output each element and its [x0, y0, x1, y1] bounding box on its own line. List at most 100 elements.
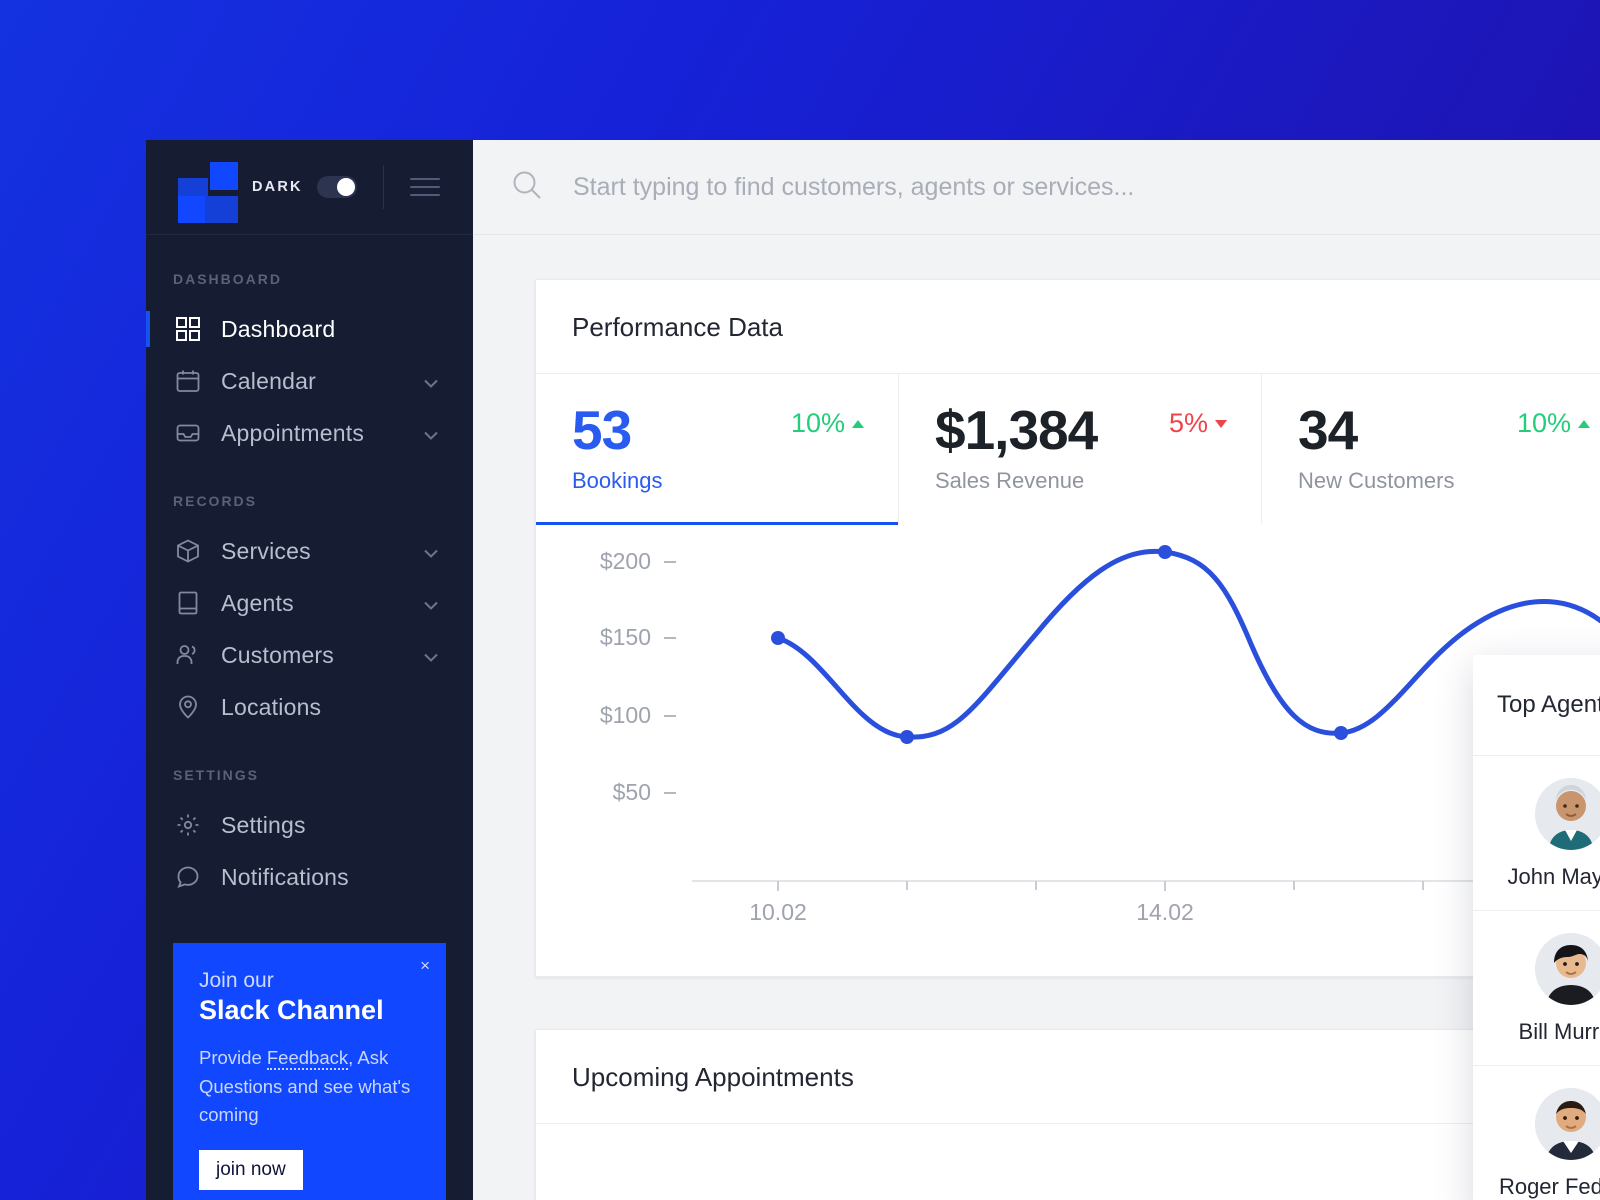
stat-delta: 10% — [1517, 402, 1590, 439]
sidebar-item-label: Services — [221, 537, 311, 564]
stat-label: New Customers — [1298, 467, 1455, 493]
sidebar-item-dashboard[interactable]: Dashboard — [146, 303, 473, 355]
dark-mode-label: DARK — [252, 179, 303, 195]
sidebar: DARK DASHBOARD Dashboard Calendar Appoin… — [146, 140, 473, 1200]
promo-desc-before: Provide — [199, 1046, 267, 1068]
upcoming-appointments-title: Upcoming Appointments — [536, 1030, 1600, 1124]
table-row[interactable]: Roger Federer 8 Hours $324 Revenue 1 — [1473, 1066, 1600, 1200]
gear-icon — [173, 810, 203, 840]
sidebar-item-customers[interactable]: Customers — [146, 629, 473, 681]
join-now-button[interactable]: join now — [199, 1150, 303, 1190]
top-agents-card: Top Agents Period: Last Week — [1473, 655, 1600, 1200]
upcoming-appointments-card: Upcoming Appointments — [535, 1028, 1600, 1200]
stat-value: 53 — [572, 399, 632, 461]
stat-value: $1,384 — [935, 399, 1098, 461]
app-window: DARK DASHBOARD Dashboard Calendar Appoin… — [146, 140, 1600, 1200]
close-icon[interactable]: × — [420, 957, 430, 974]
top-agents-header: Top Agents Period: Last Week — [1473, 655, 1600, 756]
main-area: Performance Data 53 10% Bookings — [473, 140, 1600, 1200]
arrow-up-icon — [852, 419, 864, 428]
xtick-label: 14.02 — [1136, 899, 1194, 925]
ytick-label: $200 — [600, 548, 651, 574]
sidebar-item-label: Customers — [221, 641, 334, 668]
stat-delta-value: 5% — [1168, 408, 1208, 438]
dark-mode-toggle[interactable] — [316, 176, 357, 198]
promo-description: Provide Feedback, Ask Questions and see … — [199, 1044, 420, 1130]
chart-point — [1334, 725, 1348, 740]
sidebar-item-calendar[interactable]: Calendar — [146, 355, 473, 407]
stat-delta-value: 10% — [1516, 408, 1571, 438]
stat-card-new-customers[interactable]: 34 10% New Customers — [1262, 374, 1600, 524]
performance-line-chart: $200 $150 $100 $50 10.02 14.02 — [536, 524, 1600, 976]
ytick-label: $50 — [613, 779, 651, 805]
page-title: Performance Data — [536, 280, 1600, 374]
slack-promo-card: × Join our Slack Channel Provide Feedbac… — [173, 942, 446, 1200]
app-logo-icon — [168, 160, 238, 223]
agent-identity: Roger Federer — [1473, 1066, 1600, 1200]
sidebar-item-appointments[interactable]: Appointments — [146, 407, 473, 459]
sidebar-header: DARK — [146, 140, 473, 235]
performance-data-card: Performance Data 53 10% Bookings $1,384 … — [535, 279, 1600, 977]
sidebar-section-records: RECORDS — [173, 493, 258, 509]
chart-point — [900, 729, 914, 744]
stats-row: 53 10% Bookings $1,384 5% Sales Revenue … — [536, 374, 1600, 525]
avatar-photo-john-mayers — [1534, 778, 1600, 850]
sidebar-item-locations[interactable]: Locations — [146, 681, 473, 733]
sidebar-item-settings[interactable]: Settings — [146, 799, 473, 851]
avatar — [1534, 1088, 1600, 1160]
promo-eyebrow: Join our — [199, 968, 274, 992]
arrow-down-icon — [1215, 419, 1227, 428]
chevron-down-icon — [423, 642, 439, 669]
sidebar-item-label: Locations — [221, 693, 322, 720]
stat-card-bookings[interactable]: 53 10% Bookings — [536, 374, 899, 525]
header-divider — [382, 165, 384, 209]
table-row[interactable]: Bill Murray 12 Hours $612 Revenue 14 — [1473, 911, 1600, 1066]
feedback-link[interactable]: Feedback — [266, 1046, 349, 1070]
avatar — [1534, 933, 1600, 1005]
inbox-icon — [173, 418, 203, 448]
chevron-down-icon — [423, 368, 439, 395]
stat-value: 34 — [1298, 399, 1358, 461]
avatar-photo-bill-murray — [1534, 933, 1600, 1005]
chevron-down-icon — [423, 590, 439, 617]
top-agents-title: Top Agents — [1497, 691, 1600, 718]
users-icon — [173, 640, 203, 670]
table-row[interactable]: John Mayers 26 Hours $584 Revenue 25 — [1473, 756, 1600, 911]
stat-delta-value: 10% — [790, 408, 845, 438]
pin-icon — [173, 692, 203, 722]
toggle-knob — [336, 178, 355, 196]
sidebar-item-services[interactable]: Services — [146, 525, 473, 577]
chat-icon — [173, 862, 203, 892]
stat-card-sales-revenue[interactable]: $1,384 5% Sales Revenue — [899, 374, 1262, 524]
sidebar-section-settings: SETTINGS — [173, 767, 260, 783]
menu-collapse-button[interactable] — [409, 172, 440, 202]
avatar — [1534, 778, 1600, 850]
chevron-down-icon — [423, 538, 439, 565]
sidebar-item-label: Dashboard — [221, 315, 336, 342]
chart-point — [771, 630, 785, 645]
sidebar-item-label: Calendar — [221, 367, 316, 394]
sidebar-item-label: Agents — [221, 589, 294, 616]
sidebar-item-agents[interactable]: Agents — [146, 577, 473, 629]
dark-mode-control[interactable]: DARK — [252, 176, 357, 198]
avatar-photo-roger-federer — [1534, 1088, 1600, 1160]
agent-identity: John Mayers — [1473, 756, 1600, 910]
sidebar-item-label: Appointments — [221, 419, 365, 446]
chart-svg: $200 $150 $100 $50 10.02 14.02 — [600, 544, 1600, 925]
sidebar-item-label: Notifications — [221, 863, 349, 890]
calendar-icon — [173, 366, 203, 396]
sidebar-item-label: Settings — [221, 811, 306, 838]
agent-name: Bill Murray — [1518, 1019, 1600, 1044]
promo-title: Slack Channel — [199, 994, 384, 1025]
grid-icon — [173, 314, 203, 344]
search-input[interactable] — [573, 172, 1560, 202]
sidebar-item-notifications[interactable]: Notifications — [146, 851, 473, 903]
upcoming-appointments-body — [536, 1124, 1600, 1200]
chart-y-axis: $200 $150 $100 $50 — [600, 548, 676, 805]
dashboard-content: Performance Data 53 10% Bookings $1,384 … — [473, 235, 1600, 1200]
sidebar-section-dashboard: DASHBOARD — [173, 271, 282, 287]
stat-label: Sales Revenue — [935, 467, 1085, 493]
agent-name: John Mayers — [1507, 864, 1600, 889]
xtick-label: 10.02 — [749, 899, 807, 925]
chart-point — [1158, 544, 1172, 559]
